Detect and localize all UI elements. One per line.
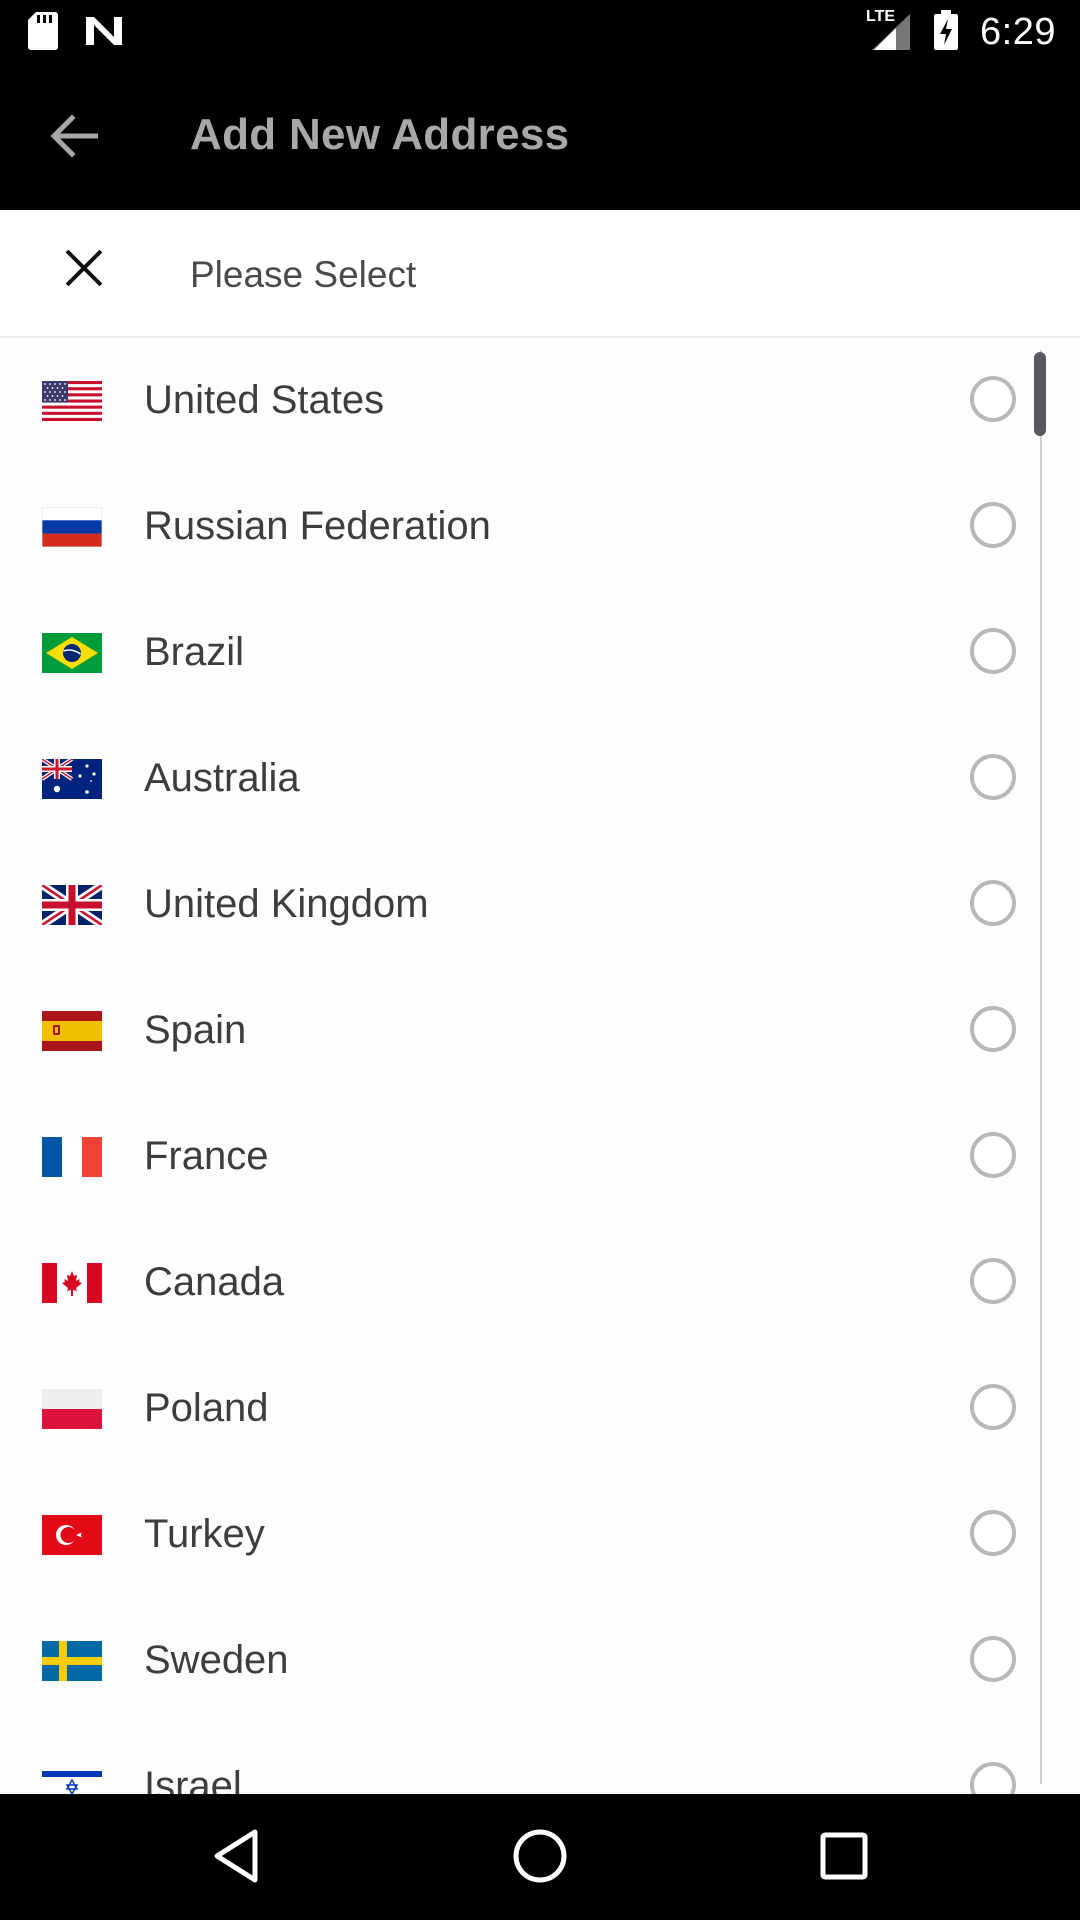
radio-button[interactable]	[970, 1636, 1016, 1682]
country-option-france[interactable]: France	[0, 1094, 1040, 1220]
country-option-turkey[interactable]: Turkey	[0, 1472, 1040, 1598]
country-name: Israel	[144, 1764, 242, 1794]
radio-button[interactable]	[970, 1258, 1016, 1304]
canada-flag-icon	[42, 1263, 102, 1303]
radio-button[interactable]	[970, 1762, 1016, 1794]
radio-button[interactable]	[970, 1510, 1016, 1556]
country-option-poland[interactable]: Poland	[0, 1346, 1040, 1472]
country-name: Russian Federation	[144, 504, 491, 548]
back-button[interactable]	[44, 108, 104, 168]
select-sheet-header: Please Select	[0, 210, 1080, 338]
poland-flag-icon	[42, 1389, 102, 1429]
nav-recents-button[interactable]	[806, 1820, 882, 1896]
country-name: Turkey	[144, 1512, 265, 1556]
arrow-left-icon	[50, 113, 99, 163]
n-app-icon	[84, 15, 124, 52]
status-bar-right: LTE 6:29	[866, 6, 1056, 58]
country-name: Spain	[144, 1008, 247, 1052]
nav-home-button[interactable]	[502, 1820, 578, 1896]
close-icon	[64, 248, 104, 293]
radio-button[interactable]	[970, 754, 1016, 800]
scrollbar-thumb[interactable]	[1034, 352, 1046, 436]
country-option-canada[interactable]: Canada	[0, 1220, 1040, 1346]
nav-back-button[interactable]	[198, 1820, 274, 1896]
country-option-brazil[interactable]: Brazil	[0, 590, 1040, 716]
country-option-sweden[interactable]: Sweden	[0, 1598, 1040, 1724]
status-bar-left	[28, 12, 124, 55]
status-bar: LTE 6:29	[0, 0, 1080, 64]
home-circle-icon	[512, 1828, 568, 1889]
radio-button[interactable]	[970, 1384, 1016, 1430]
scrollbar-track[interactable]	[1040, 350, 1042, 1784]
country-option-australia[interactable]: Australia	[0, 716, 1040, 842]
country-option-israel[interactable]: Israel	[0, 1724, 1040, 1794]
country-name: Canada	[144, 1260, 285, 1304]
country-name: Australia	[144, 756, 300, 800]
navigation-bar	[0, 1794, 1080, 1920]
sweden-flag-icon	[42, 1641, 102, 1681]
page-title: Add New Address	[190, 110, 570, 159]
country-name: Poland	[144, 1386, 269, 1430]
russia-flag-icon	[42, 507, 102, 547]
radio-button[interactable]	[970, 628, 1016, 674]
radio-button[interactable]	[970, 376, 1016, 422]
country-name: United Kingdom	[144, 882, 429, 926]
close-button[interactable]	[56, 242, 112, 298]
battery-charging-icon	[934, 9, 959, 55]
uk-flag-icon	[42, 885, 102, 925]
country-option-united-states[interactable]: United States	[0, 338, 1040, 464]
israel-flag-icon	[42, 1767, 102, 1794]
back-triangle-icon	[211, 1828, 261, 1889]
country-option-spain[interactable]: Spain	[0, 968, 1040, 1094]
brazil-flag-icon	[42, 633, 102, 673]
spain-flag-icon	[42, 1011, 102, 1051]
us-flag-icon	[42, 381, 102, 421]
country-list[interactable]: United States Russian Federation Brazil …	[0, 338, 1080, 1794]
country-name: Brazil	[144, 630, 245, 674]
sd-card-icon	[28, 12, 58, 55]
radio-button[interactable]	[970, 880, 1016, 926]
country-name: Sweden	[144, 1638, 289, 1682]
country-name: United States	[144, 378, 385, 422]
sheet-title: Please Select	[190, 254, 417, 295]
recents-square-icon	[820, 1832, 868, 1885]
screen: LTE 6:29 Add New Address Please Select U…	[0, 0, 1080, 1920]
radio-button[interactable]	[970, 1132, 1016, 1178]
country-name: France	[144, 1134, 269, 1178]
australia-flag-icon	[42, 759, 102, 799]
country-option-united-kingdom[interactable]: United Kingdom	[0, 842, 1040, 968]
france-flag-icon	[42, 1137, 102, 1177]
radio-button[interactable]	[970, 1006, 1016, 1052]
turkey-flag-icon	[42, 1515, 102, 1555]
country-option-russian-federation[interactable]: Russian Federation	[0, 464, 1040, 590]
radio-button[interactable]	[970, 502, 1016, 548]
app-bar: Add New Address	[0, 64, 1080, 210]
status-clock: 6:29	[980, 10, 1056, 53]
lte-signal-icon: LTE	[866, 8, 912, 52]
